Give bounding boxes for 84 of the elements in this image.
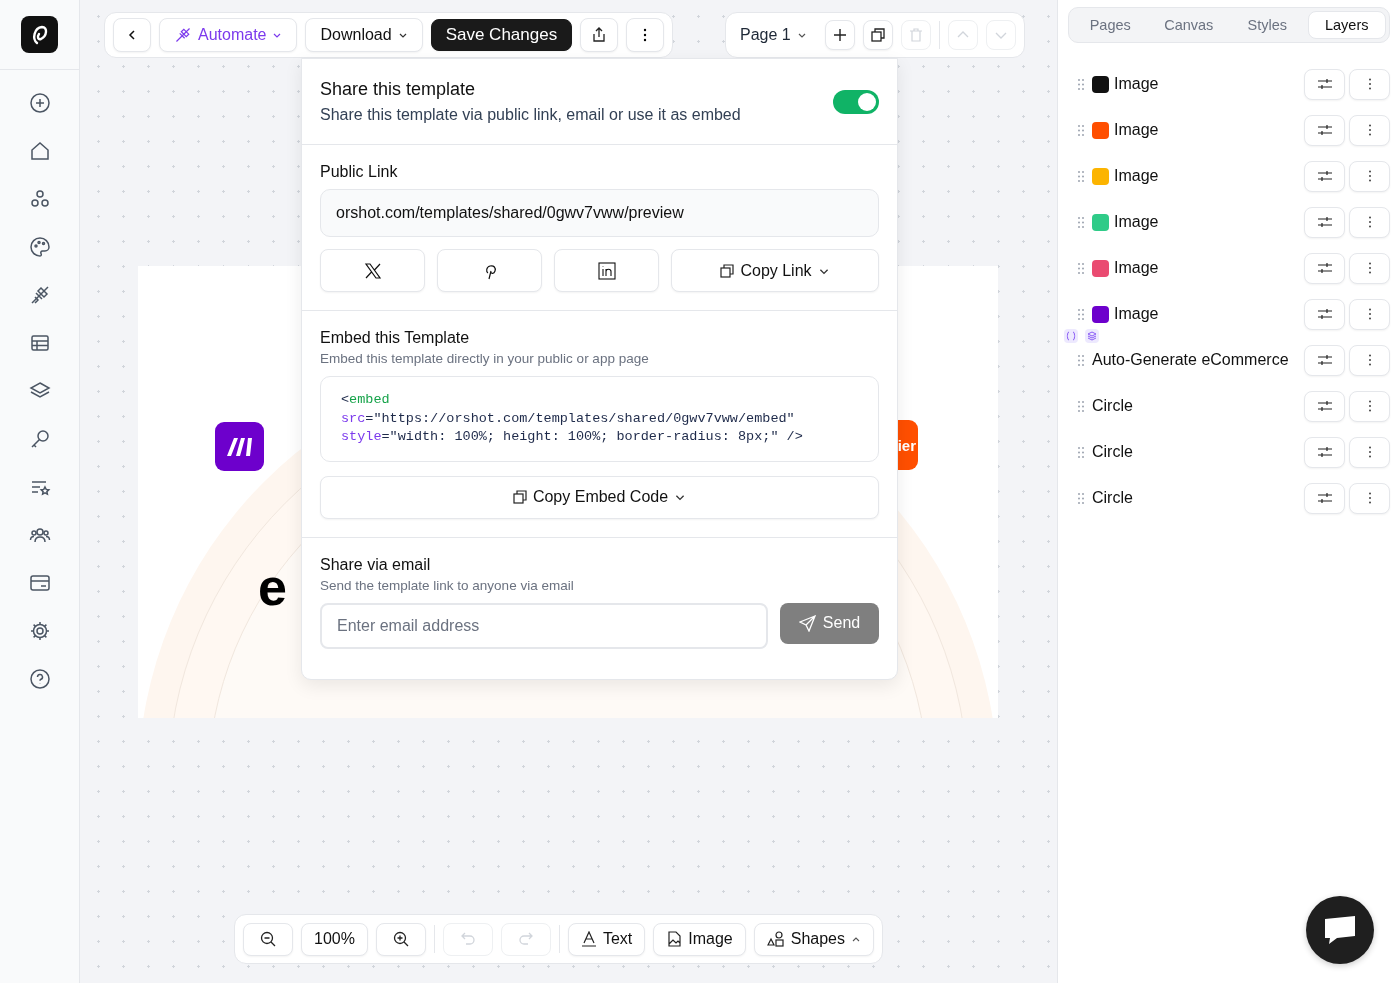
- home-icon[interactable]: [28, 140, 51, 162]
- drag-handle-icon[interactable]: [1077, 261, 1085, 275]
- section-subtitle: Embed this template directly in your public or app page: [320, 351, 650, 366]
- adjust-icon[interactable]: [1304, 390, 1345, 422]
- layer-name[interactable]: Circle: [1092, 489, 1133, 507]
- drag-handle-icon[interactable]: [1077, 491, 1085, 505]
- section-title: Embed this Template: [320, 329, 471, 347]
- download-button[interactable]: Download: [305, 18, 423, 52]
- layer-name[interactable]: Image: [1114, 167, 1159, 185]
- popover-subtitle: Share this template via public link, email or use it as embed: [320, 106, 741, 124]
- panel-tab[interactable]: Canvas: [1150, 11, 1227, 39]
- layer-name[interactable]: Image: [1114, 75, 1159, 93]
- save-button[interactable]: Save Changes: [430, 19, 573, 51]
- add-page-icon[interactable]: [824, 20, 855, 50]
- shapes-button[interactable]: Shapes: [753, 922, 874, 956]
- adjust-icon[interactable]: [1304, 206, 1345, 238]
- section-subtitle: Send the template link to anyone via email: [320, 577, 575, 593]
- share-icon[interactable]: [580, 18, 619, 52]
- adjust-icon[interactable]: [1304, 160, 1345, 192]
- code-line: style="width: 100%; height: 100%; border-radius: 8px;" />: [341, 428, 804, 446]
- drag-handle-icon[interactable]: [1077, 77, 1085, 91]
- copy-icon: [720, 263, 735, 278]
- panel-tab[interactable]: Styles: [1229, 11, 1306, 39]
- zoom-level-button[interactable]: 100%: [301, 922, 368, 956]
- stack-icon: [1085, 329, 1099, 343]
- template-heading: e: [258, 561, 287, 613]
- app-logo-icon[interactable]: [21, 16, 58, 53]
- linkedin-share-icon[interactable]: [554, 249, 659, 292]
- add-icon[interactable]: [28, 92, 51, 114]
- code-line: <embed: [341, 391, 391, 409]
- popover-title: Share this template: [320, 79, 477, 100]
- drag-handle-icon[interactable]: [1077, 123, 1085, 137]
- section-title: Share via email: [320, 555, 432, 574]
- chat-icon[interactable]: [1306, 896, 1374, 964]
- drag-handle-icon[interactable]: [1077, 353, 1085, 367]
- layer-name[interactable]: Circle: [1092, 443, 1133, 461]
- zoom-out-icon[interactable]: [243, 922, 293, 956]
- drag-handle-icon[interactable]: [1077, 445, 1085, 459]
- image-icon: [666, 931, 683, 947]
- circles-icon[interactable]: [28, 188, 51, 210]
- layer-name[interactable]: Image: [1114, 213, 1159, 231]
- layer-name[interactable]: Image: [1114, 259, 1159, 277]
- share-toggle[interactable]: [833, 89, 879, 114]
- palette-icon[interactable]: [28, 236, 51, 258]
- adjust-icon[interactable]: [1304, 114, 1345, 146]
- adjust-icon[interactable]: [1304, 298, 1345, 330]
- code-braces-icon: [1064, 329, 1078, 343]
- panel-tab[interactable]: Pages: [1072, 11, 1149, 39]
- automate-button[interactable]: Automate: [159, 18, 298, 52]
- copy-embed-button[interactable]: Copy Embed Code: [320, 475, 879, 519]
- layer-name[interactable]: Circle: [1092, 397, 1133, 415]
- adjust-icon[interactable]: [1304, 482, 1345, 514]
- panel-tab[interactable]: Layers: [1307, 11, 1386, 39]
- layer-name[interactable]: Auto-Generate eCommerce: [1092, 351, 1289, 369]
- help-icon[interactable]: [28, 668, 51, 690]
- adjust-icon[interactable]: [1304, 344, 1345, 376]
- send-icon: [798, 614, 816, 632]
- shapes-icon: [766, 931, 785, 947]
- section-title: Public Link: [320, 163, 399, 181]
- layer-name[interactable]: Image: [1114, 305, 1159, 323]
- settings-icon[interactable]: [28, 620, 51, 642]
- table-icon[interactable]: [28, 332, 51, 354]
- copy-icon: [512, 490, 527, 504]
- drag-handle-icon[interactable]: [1077, 215, 1085, 229]
- x-share-icon[interactable]: [320, 249, 425, 292]
- add-image-button[interactable]: Image: [653, 922, 746, 956]
- make-logo-icon: [215, 422, 264, 471]
- drag-handle-icon[interactable]: [1077, 169, 1085, 183]
- adjust-icon[interactable]: [1304, 436, 1345, 468]
- code-line: src="https://orshot.com/templates/shared/0gwv7vww/embed": [341, 409, 796, 428]
- adjust-icon[interactable]: [1304, 68, 1345, 100]
- email-field[interactable]: Enter email address: [320, 602, 768, 649]
- adjust-icon[interactable]: [1304, 252, 1345, 284]
- text-icon: [580, 931, 597, 947]
- zoom-in-icon[interactable]: [375, 922, 426, 956]
- plug-icon: [174, 26, 192, 44]
- drag-handle-icon[interactable]: [1077, 399, 1085, 413]
- drag-handle-icon[interactable]: [1077, 307, 1085, 321]
- add-text-button[interactable]: Text: [567, 922, 646, 956]
- card-icon[interactable]: [28, 572, 51, 594]
- duplicate-icon[interactable]: [862, 20, 893, 50]
- layer-name[interactable]: Image: [1114, 121, 1159, 139]
- link-field[interactable]: orshot.com/templates/shared/0gwv7vww/preview: [320, 189, 879, 237]
- copy-link-button[interactable]: Copy Link: [671, 249, 879, 292]
